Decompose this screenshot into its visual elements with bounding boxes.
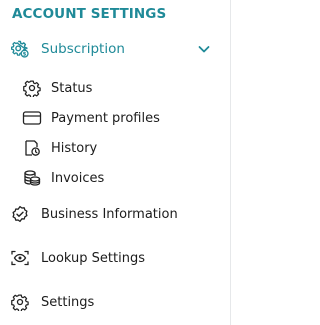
subscription-gear-icon: $ bbox=[10, 39, 30, 59]
sidebar-item-label: History bbox=[51, 140, 98, 156]
section-title: ACCOUNT SETTINGS bbox=[12, 6, 167, 22]
sidebar-item-label: Subscription bbox=[41, 41, 125, 57]
sidebar-item-label: Business Information bbox=[41, 206, 178, 222]
sidebar-item-label: Payment profiles bbox=[51, 110, 160, 126]
sidebar-subitem-invoices[interactable]: Invoices bbox=[0, 165, 230, 191]
gear-icon bbox=[21, 78, 43, 98]
sidebar-item-settings[interactable]: Settings bbox=[0, 289, 230, 315]
chevron-down-icon[interactable] bbox=[196, 41, 212, 57]
sidebar-subitem-payment-profiles[interactable]: Payment profiles bbox=[0, 105, 230, 131]
sidebar-item-label: Invoices bbox=[51, 170, 105, 186]
gear-icon bbox=[10, 292, 30, 312]
sidebar-item-business-information[interactable]: Business Information bbox=[0, 201, 230, 227]
credit-card-icon bbox=[21, 108, 43, 128]
svg-text:$: $ bbox=[23, 52, 27, 58]
eye-scan-icon bbox=[10, 248, 30, 268]
sidebar-item-subscription[interactable]: $ Subscription bbox=[0, 36, 230, 62]
sidebar-subitem-status[interactable]: Status bbox=[0, 75, 230, 101]
sidebar-item-label: Settings bbox=[41, 294, 95, 310]
coins-icon bbox=[21, 168, 43, 188]
sidebar-divider bbox=[230, 0, 231, 325]
badge-check-icon bbox=[10, 204, 30, 224]
sidebar-item-label: Lookup Settings bbox=[41, 250, 145, 266]
account-settings-sidebar: ACCOUNT SETTINGS $ Subscription Status P… bbox=[0, 0, 244, 325]
history-icon bbox=[21, 138, 43, 158]
sidebar-item-label: Status bbox=[51, 80, 93, 96]
sidebar-subitem-history[interactable]: History bbox=[0, 135, 230, 161]
sidebar-item-lookup-settings[interactable]: Lookup Settings bbox=[0, 245, 230, 271]
